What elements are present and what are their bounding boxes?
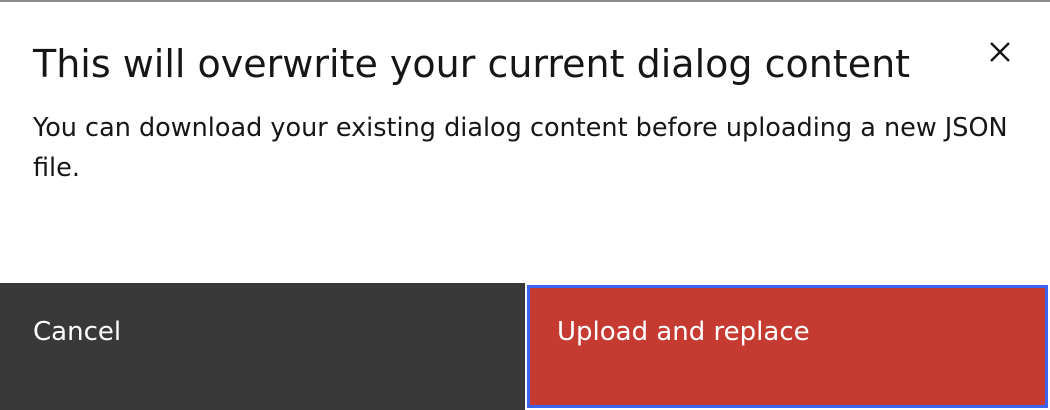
upload-and-replace-button-label: Upload and replace: [557, 317, 810, 347]
modal-top-divider: [0, 0, 1050, 2]
cancel-button-label: Cancel: [33, 317, 122, 347]
modal-title: This will overwrite your current dialog …: [33, 42, 911, 86]
close-icon: [990, 42, 1010, 62]
modal-footer: Cancel Upload and replace: [0, 283, 1050, 410]
modal-body-text: You can download your existing dialog co…: [33, 113, 1008, 183]
cancel-button[interactable]: Cancel: [0, 283, 525, 410]
modal-dialog: This will overwrite your current dialog …: [0, 0, 1050, 410]
upload-and-replace-button[interactable]: Upload and replace: [525, 283, 1050, 410]
close-button[interactable]: [976, 28, 1024, 76]
